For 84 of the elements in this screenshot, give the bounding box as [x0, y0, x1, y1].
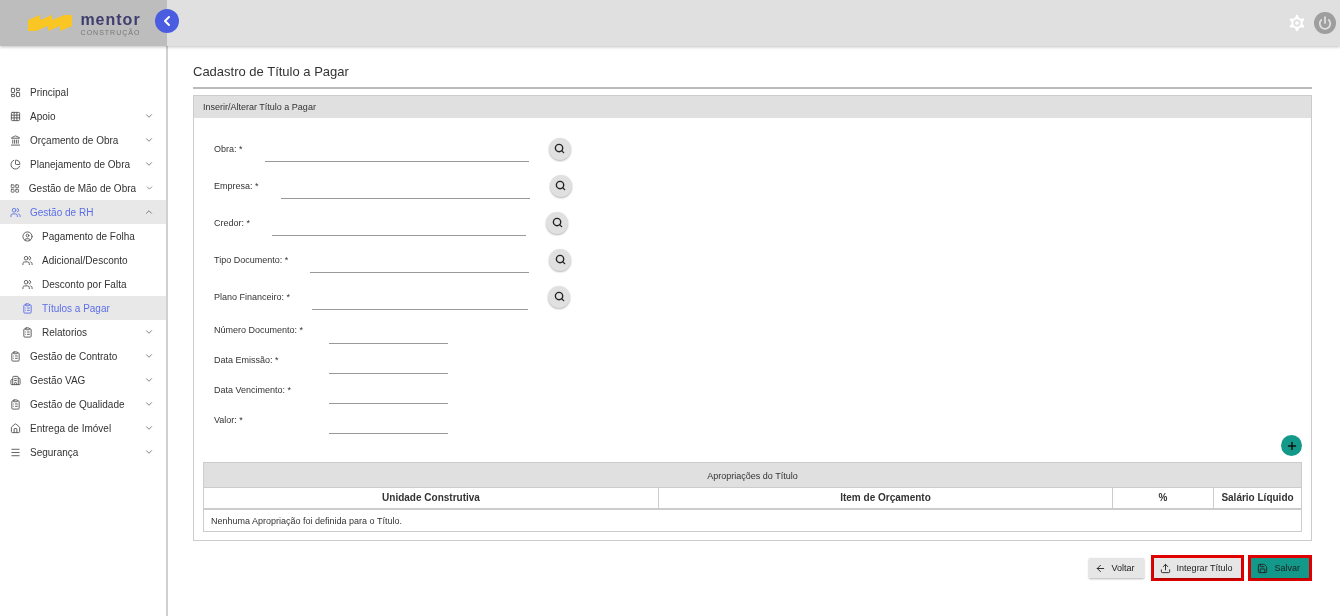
sidebar-item[interactable]: Gestão de Mão de Obra	[0, 176, 166, 200]
field-label: Obra: *	[214, 143, 243, 154]
chevron-down-icon	[144, 111, 154, 121]
action-button[interactable]: Integrar Título	[1153, 558, 1242, 578]
empty-message: Nenhuma Apropriação foi definida para o Título.	[210, 515, 403, 528]
sidebar-item[interactable]: Principal	[0, 80, 166, 104]
search-button[interactable]	[549, 174, 572, 197]
power-button[interactable]	[1314, 12, 1336, 34]
sidebar-item[interactable]: Entrega de Imóvel	[0, 416, 166, 440]
people-icon	[22, 278, 33, 290]
clipboard-icon	[22, 326, 33, 338]
chevron-down-icon	[144, 159, 154, 169]
dashboard-icon	[10, 86, 21, 98]
clipboard-icon	[10, 350, 21, 362]
people-icon	[10, 206, 21, 218]
pie-chart-icon	[10, 158, 21, 170]
sidebar-item[interactable]: Planejamento de Obra	[0, 152, 166, 176]
collapse-sidebar-button[interactable]	[155, 9, 179, 33]
clipboard-icon	[10, 398, 21, 410]
search-button[interactable]	[548, 137, 571, 160]
plus-icon	[1285, 439, 1298, 452]
action-button[interactable]: Salvar	[1251, 558, 1309, 578]
search-icon	[551, 217, 563, 228]
field-label: Número Documento: *	[214, 325, 305, 335]
sidebar-item[interactable]: Gestão de Contrato	[0, 344, 166, 368]
panel-header: Inserir/Alterar Título a Pagar	[194, 96, 1311, 118]
field-label: Valor: *	[214, 415, 244, 425]
sidebar-item[interactable]: Gestão VAG	[0, 368, 166, 392]
page-title: Cadastro de Título a Pagar	[193, 64, 1312, 89]
chevron-down-icon	[144, 327, 154, 337]
field-label: Plano Financeiro: *	[214, 291, 291, 302]
sidebar-item[interactable]: Pagamento de Folha	[0, 224, 166, 248]
sidebar-item[interactable]: Gestão de Qualidade	[0, 392, 166, 416]
table-caption: Apropriações do Título	[204, 463, 1301, 487]
upload-icon	[1159, 562, 1171, 574]
field-label: Data Emissão: *	[214, 355, 280, 365]
chevron-down-icon	[144, 423, 154, 433]
home-icon	[10, 422, 21, 434]
logo-name: mentor	[80, 10, 141, 28]
save-icon	[1257, 562, 1269, 574]
field-label: Credor: *	[214, 217, 251, 228]
sidebar-item[interactable]: Apoio	[0, 104, 166, 128]
search-icon	[554, 143, 566, 154]
search-button[interactable]	[546, 211, 569, 234]
search-icon	[554, 254, 566, 265]
bank-icon	[10, 134, 21, 146]
column-header: Unidade Construtiva	[204, 487, 658, 510]
grid-icon	[10, 182, 20, 194]
people-icon	[22, 254, 33, 266]
column-header: Salário Líquido	[1213, 487, 1301, 510]
column-header: Item de Orçamento	[658, 487, 1112, 510]
action-button[interactable]: Voltar	[1088, 558, 1144, 578]
sidebar-item[interactable]: Desconto por Falta	[0, 272, 166, 296]
settings-icon	[1286, 12, 1308, 34]
search-icon	[555, 180, 567, 191]
chevron-down-icon	[144, 135, 154, 145]
sidebar-item[interactable]: Gestão de RH	[0, 200, 166, 224]
clipboard-icon	[22, 302, 33, 314]
sidebar-item[interactable]: Adicional/Desconto	[0, 248, 166, 272]
grid-icon	[10, 110, 21, 122]
sidebar-item[interactable]: Orçamento de Obra	[0, 128, 166, 152]
chevron-up-icon	[144, 207, 154, 217]
search-icon	[553, 291, 565, 302]
sidebar-item[interactable]: Títulos a Pagar	[0, 296, 166, 320]
power-icon	[1318, 16, 1332, 30]
chevron-down-icon	[145, 183, 154, 193]
search-button[interactable]	[549, 248, 572, 271]
arrow-left-icon	[1094, 562, 1106, 574]
chevron-down-icon	[144, 447, 154, 457]
logo-mark-icon	[26, 12, 75, 34]
field-label: Tipo Documento: *	[214, 254, 289, 265]
column-header: %	[1112, 487, 1213, 510]
field-label: Data Vencimento: *	[214, 385, 293, 395]
field-label: Empresa: *	[214, 180, 259, 191]
building-icon	[10, 374, 21, 386]
menu-icon	[10, 446, 21, 458]
sidebar-item[interactable]: Relatorios	[0, 320, 166, 344]
person-circle-icon	[22, 230, 33, 242]
search-button[interactable]	[548, 285, 571, 308]
chevron-down-icon	[144, 351, 154, 361]
sidebar-item[interactable]: Segurança	[0, 440, 166, 464]
add-button[interactable]	[1281, 435, 1302, 456]
chevron-down-icon	[144, 375, 154, 385]
chevron-down-icon	[144, 399, 154, 409]
